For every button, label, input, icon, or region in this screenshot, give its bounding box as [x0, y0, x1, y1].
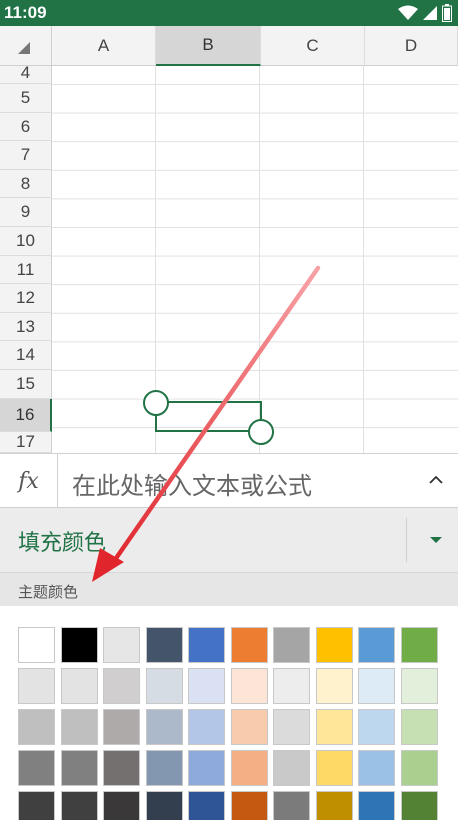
wifi-icon	[398, 5, 418, 20]
color-swatch[interactable]	[401, 750, 438, 786]
color-swatch[interactable]	[61, 750, 98, 786]
row-header[interactable]: 9	[0, 198, 52, 227]
color-swatch[interactable]	[18, 709, 55, 745]
battery-icon	[442, 4, 452, 22]
theme-colors-label: 主题颜色	[18, 583, 79, 601]
row-header[interactable]: 14	[0, 341, 52, 370]
color-swatch[interactable]	[188, 709, 225, 745]
row-header[interactable]: 17	[0, 432, 52, 453]
color-swatch[interactable]	[273, 668, 310, 704]
color-swatch[interactable]	[146, 709, 183, 745]
row-header[interactable]: 5	[0, 84, 52, 113]
color-swatch[interactable]	[61, 709, 98, 745]
row-header[interactable]: 10	[0, 227, 52, 256]
select-all-corner[interactable]	[0, 26, 52, 66]
column-header-b[interactable]: B	[156, 26, 261, 66]
color-swatch[interactable]	[401, 791, 438, 820]
color-swatch[interactable]	[188, 627, 225, 663]
color-swatch[interactable]	[316, 709, 353, 745]
color-swatch[interactable]	[358, 750, 395, 786]
color-swatch[interactable]	[146, 668, 183, 704]
color-swatch[interactable]	[146, 627, 183, 663]
column-header-d[interactable]: D	[365, 26, 458, 66]
column-header-a[interactable]: A	[52, 26, 156, 66]
color-swatch[interactable]	[61, 668, 98, 704]
row-header[interactable]: 8	[0, 170, 52, 198]
color-swatch[interactable]	[146, 750, 183, 786]
column-header-c[interactable]: C	[261, 26, 365, 66]
status-bar: 11:09	[0, 0, 458, 26]
color-swatch[interactable]	[61, 627, 98, 663]
color-swatch[interactable]	[103, 709, 140, 745]
color-swatch[interactable]	[61, 791, 98, 820]
color-swatch[interactable]	[188, 791, 225, 820]
color-swatch[interactable]	[273, 791, 310, 820]
color-swatch[interactable]	[231, 627, 268, 663]
selection-handle-start[interactable]	[143, 390, 169, 416]
selection-handle-end[interactable]	[248, 419, 274, 445]
color-swatch[interactable]	[231, 791, 268, 820]
color-swatch[interactable]	[401, 627, 438, 663]
color-swatch[interactable]	[358, 627, 395, 663]
color-swatch[interactable]	[146, 791, 183, 820]
color-swatch[interactable]	[18, 668, 55, 704]
color-swatch[interactable]	[358, 791, 395, 820]
color-swatch[interactable]	[316, 750, 353, 786]
color-swatch[interactable]	[103, 668, 140, 704]
color-swatch[interactable]	[273, 627, 310, 663]
color-swatch[interactable]	[188, 668, 225, 704]
row-header[interactable]: 6	[0, 113, 52, 141]
color-swatch[interactable]	[316, 791, 353, 820]
color-swatch[interactable]	[103, 627, 140, 663]
status-time: 11:09	[4, 3, 47, 22]
formula-bar: fx 在此处输入文本或公式	[0, 453, 458, 508]
row-header[interactable]: 11	[0, 256, 52, 284]
spreadsheet-grid[interactable]: A B C D 4 5 6 7 8 9 10 11 12 13 14 15 16…	[0, 26, 458, 453]
color-swatch[interactable]	[188, 750, 225, 786]
color-palette	[0, 606, 458, 820]
fill-color-title: 填充颜色	[18, 531, 107, 556]
color-swatch[interactable]	[273, 709, 310, 745]
row-header[interactable]: 7	[0, 141, 52, 170]
corner-triangle-icon	[18, 42, 30, 54]
formula-input[interactable]: 在此处输入文本或公式	[72, 466, 312, 501]
dropdown-triangle-icon[interactable]	[426, 530, 446, 550]
fill-color-header[interactable]: 填充颜色	[0, 508, 458, 572]
color-swatch[interactable]	[18, 750, 55, 786]
color-swatch[interactable]	[358, 668, 395, 704]
color-swatch[interactable]	[358, 709, 395, 745]
color-swatch[interactable]	[401, 668, 438, 704]
fx-button[interactable]: fx	[0, 454, 58, 508]
color-swatch[interactable]	[316, 668, 353, 704]
color-swatch[interactable]	[103, 791, 140, 820]
row-header[interactable]: 4	[0, 63, 52, 84]
color-swatch[interactable]	[316, 627, 353, 663]
color-swatch[interactable]	[401, 709, 438, 745]
color-swatch[interactable]	[18, 791, 55, 820]
row-header[interactable]: 15	[0, 370, 52, 399]
row-header[interactable]: 13	[0, 313, 52, 341]
cell-grid[interactable]	[52, 66, 458, 453]
color-swatch[interactable]	[18, 627, 55, 663]
selected-cell-b16[interactable]	[155, 401, 262, 432]
theme-colors-section-header: 主题颜色	[0, 572, 458, 606]
color-swatch[interactable]	[231, 750, 268, 786]
row-header[interactable]: 12	[0, 284, 52, 313]
color-swatch[interactable]	[103, 750, 140, 786]
color-swatch[interactable]	[231, 709, 268, 745]
signal-icon	[423, 6, 437, 20]
chevron-up-icon[interactable]	[424, 468, 448, 492]
row-header-selected[interactable]: 16	[0, 399, 52, 432]
color-swatch[interactable]	[273, 750, 310, 786]
color-swatch[interactable]	[231, 668, 268, 704]
